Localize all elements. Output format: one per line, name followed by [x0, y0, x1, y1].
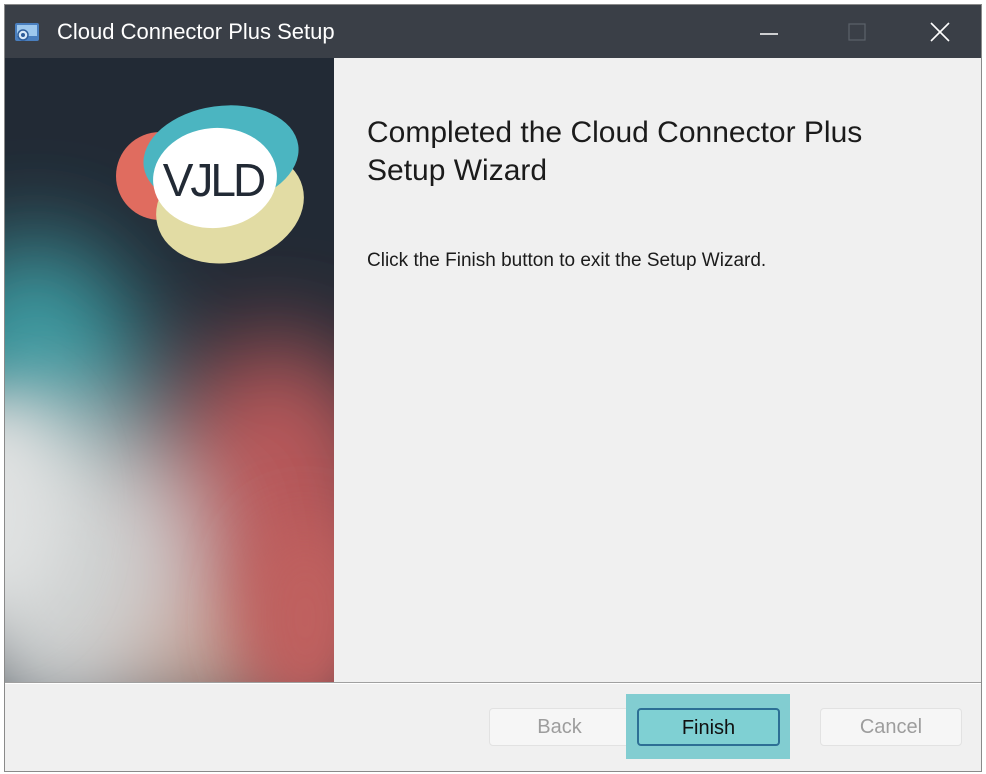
minimize-icon: [760, 33, 778, 35]
wizard-content: Completed the Cloud Connector Plus Setup…: [334, 58, 981, 683]
wizard-banner-image: VJLD: [5, 58, 334, 683]
close-icon: [930, 22, 950, 42]
close-button[interactable]: [895, 5, 981, 58]
setup-wizard-window: Cloud Connector Plus Setup VJLD Complete…: [4, 4, 982, 772]
minimize-button[interactable]: [725, 5, 813, 58]
maximize-icon: [848, 23, 866, 41]
setup-app-icon: [15, 23, 39, 41]
maximize-button[interactable]: [813, 5, 901, 58]
instruction-text: Click the Finish button to exit the Setu…: [367, 250, 767, 271]
finish-button[interactable]: Finish: [637, 708, 780, 746]
svg-text:VJLD: VJLD: [163, 154, 265, 206]
window-title: Cloud Connector Plus Setup: [57, 19, 335, 44]
back-button[interactable]: Back: [489, 708, 630, 746]
wizard-footer: Back Finish Cancel: [5, 684, 981, 771]
page-title: Completed the Cloud Connector Plus Setup…: [367, 116, 863, 187]
title-bar[interactable]: Cloud Connector Plus Setup: [5, 5, 981, 58]
cancel-button[interactable]: Cancel: [820, 708, 962, 746]
